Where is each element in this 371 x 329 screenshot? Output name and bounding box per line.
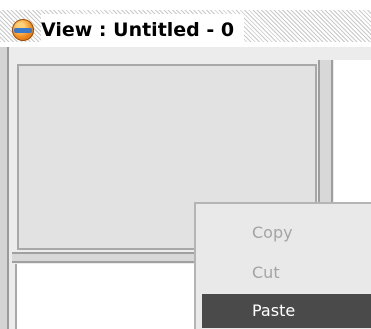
title-bar[interactable]: View : Untitled - 0	[0, 0, 371, 47]
context-menu: Copy Cut Paste	[194, 202, 371, 329]
menu-item-copy[interactable]: Copy	[196, 216, 371, 250]
window-left-border	[0, 47, 9, 329]
menu-item-paste[interactable]: Paste	[202, 294, 371, 328]
menu-item-cut[interactable]: Cut	[196, 256, 371, 290]
app-globe-icon	[12, 19, 34, 41]
window-title: View : Untitled - 0	[41, 14, 245, 46]
